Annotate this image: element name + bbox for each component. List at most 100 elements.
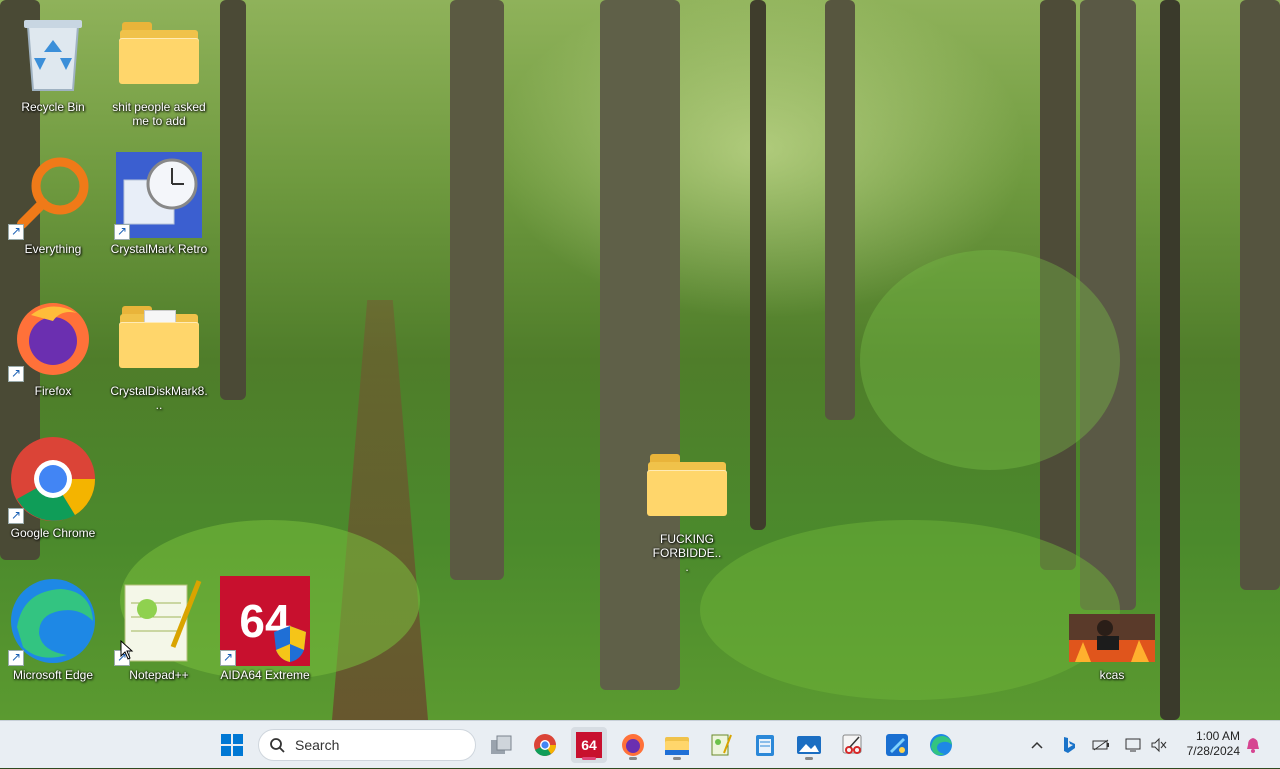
shortcut-arrow-icon: ↗ [8, 366, 24, 382]
firefox-icon: ↗ [8, 292, 98, 382]
icon-label: Notepad++ [129, 668, 189, 682]
taskbar-chrome[interactable] [527, 727, 563, 763]
chrome-icon: ↗ [8, 434, 98, 524]
tray-volume[interactable] [1148, 721, 1170, 769]
desktop-icon-recycle-bin[interactable]: Recycle Bin [3, 8, 103, 114]
firefox-icon [622, 734, 644, 756]
aida64-icon: 64 ↗ [220, 576, 310, 666]
desktop-icon-google-chrome[interactable]: ↗ Google Chrome [3, 434, 103, 540]
icon-label: CrystalDiskMark8... [110, 384, 208, 412]
notepad-icon [756, 735, 774, 756]
shortcut-arrow-icon: ↗ [8, 650, 24, 666]
tree-trunk [825, 0, 855, 420]
crystalmark-icon: ↗ [114, 150, 204, 240]
shortcut-arrow-icon: ↗ [114, 224, 130, 240]
folder-icon [642, 440, 732, 530]
edge-icon: ↗ [8, 576, 98, 666]
icon-label: FUCKING FORBIDDE... [652, 532, 722, 574]
network-icon [1125, 738, 1141, 752]
icon-label: Firefox [34, 384, 72, 398]
running-indicator [805, 757, 813, 760]
taskbar-paint[interactable] [879, 727, 915, 763]
bell-icon [1247, 738, 1259, 753]
tray-battery[interactable] [1090, 721, 1112, 769]
battery-icon [1092, 739, 1109, 751]
taskbar-aida64[interactable]: 64 [571, 727, 607, 763]
taskbar: Search 64 1:00 AM 7/28/2024 [0, 720, 1280, 768]
shortcut-arrow-icon: ↗ [8, 224, 24, 240]
tree-trunk [600, 0, 680, 690]
clock-time: 1:00 AM [1195, 729, 1240, 743]
active-indicator [582, 757, 596, 760]
tree-trunk [1160, 0, 1180, 720]
desktop-icon-kcas[interactable]: kcas [1062, 610, 1162, 682]
volume-muted-icon [1151, 737, 1167, 753]
task-view-button[interactable] [483, 727, 519, 763]
everything-search-icon: ↗ [8, 150, 98, 240]
shortcut-arrow-icon: ↗ [8, 508, 24, 524]
search-label: Search [295, 737, 340, 753]
taskbar-edge[interactable] [923, 727, 959, 763]
search-icon [270, 738, 285, 753]
desktop-icon-firefox[interactable]: ↗ Firefox [3, 292, 103, 398]
mouse-cursor-icon [120, 640, 134, 660]
desktop-icon-notepadpp[interactable]: ↗ Notepad++ [109, 576, 209, 682]
chevron-up-icon [1031, 741, 1043, 749]
clock-date: 7/28/2024 [1186, 744, 1240, 758]
taskbar-file-explorer[interactable] [659, 727, 695, 763]
start-icon [221, 734, 243, 756]
folder-icon [114, 292, 204, 382]
folder-icon [114, 8, 204, 98]
start-button[interactable] [214, 727, 250, 763]
desktop-icon-folder-forbidden[interactable]: FUCKING FORBIDDE... [637, 440, 737, 574]
notifications-button[interactable] [1242, 721, 1264, 769]
desktop-icon-everything[interactable]: ↗ Everything [3, 150, 103, 256]
desktop-icon-crystalmark-retro[interactable]: ↗ CrystalMark Retro [109, 150, 209, 256]
tree-trunk [450, 0, 504, 580]
bing-icon [1064, 737, 1075, 753]
icon-label: Recycle Bin [21, 100, 85, 114]
tray-network[interactable] [1122, 721, 1144, 769]
tray-bing[interactable] [1058, 721, 1080, 769]
aida64-icon: 64 [576, 732, 602, 758]
paint-icon [886, 734, 908, 756]
icon-label: shit people asked me to add [112, 100, 206, 128]
taskbar-search[interactable]: Search [258, 729, 476, 761]
tree-trunk [1240, 0, 1280, 590]
taskbar-photos[interactable] [791, 727, 827, 763]
fern-patch [700, 520, 1120, 700]
desktop-icon-folder-shit-people-asked[interactable]: shit people asked me to add [109, 8, 209, 128]
icon-label: Google Chrome [10, 526, 96, 540]
taskbar-snipping-tool[interactable] [835, 727, 871, 763]
shield-icon [274, 626, 306, 662]
photos-icon [797, 736, 821, 754]
recycle-bin-icon [8, 8, 98, 98]
tree-trunk [220, 0, 246, 400]
running-indicator [673, 757, 681, 760]
taskbar-notepad[interactable] [747, 727, 783, 763]
foliage [860, 250, 1120, 470]
snipping-tool-icon [842, 734, 862, 754]
tree-trunk [750, 0, 766, 530]
icon-label: Microsoft Edge [12, 668, 94, 682]
notepadpp-icon [711, 734, 732, 756]
edge-icon [930, 734, 952, 756]
image-thumbnail-icon [1067, 610, 1157, 666]
aida64-taskbar-badge: 64 [581, 737, 597, 753]
task-view-icon [491, 735, 512, 754]
icon-label: AIDA64 Extreme [220, 668, 310, 682]
desktop-icon-microsoft-edge[interactable]: ↗ Microsoft Edge [3, 576, 103, 682]
taskbar-notepadpp[interactable] [703, 727, 739, 763]
shortcut-arrow-icon: ↗ [220, 650, 236, 666]
show-hidden-icons-button[interactable] [1026, 721, 1048, 769]
taskbar-clock[interactable]: 1:00 AM 7/28/2024 [1170, 729, 1240, 759]
chrome-icon [534, 734, 556, 756]
desktop-icon-aida64-extreme[interactable]: 64 ↗ AIDA64 Extreme [215, 576, 315, 682]
icon-label: kcas [1099, 668, 1125, 682]
icon-label: Everything [24, 242, 82, 256]
taskbar-firefox[interactable] [615, 727, 651, 763]
icon-label: CrystalMark Retro [110, 242, 208, 256]
running-indicator [629, 757, 637, 760]
desktop-icon-folder-crystaldiskmark[interactable]: CrystalDiskMark8... [109, 292, 209, 412]
file-explorer-icon [665, 737, 689, 755]
